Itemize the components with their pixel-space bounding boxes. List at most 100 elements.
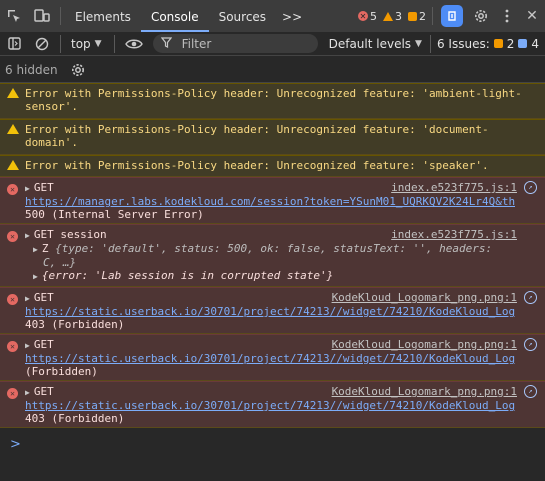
- console-error: ✕ ▶ GET session index.e523f775.js:1 ▶ Z {t…: [0, 224, 545, 287]
- warning-count-icon: [383, 11, 393, 21]
- close-devtools-icon[interactable]: ✕: [519, 0, 545, 32]
- console-warning: Error with Permissions-Policy header: Un…: [0, 83, 545, 119]
- tab-elements[interactable]: Elements: [65, 0, 141, 32]
- chevron-down-icon: ▼: [94, 38, 102, 49]
- issues-info-icon: [518, 39, 528, 48]
- expand-triangle-icon: ▶: [33, 245, 38, 254]
- error-count: 5: [370, 9, 377, 23]
- error-method: GET: [33, 338, 54, 351]
- object-preview-cont: C, …}: [43, 256, 77, 269]
- warning-icon: [7, 124, 19, 137]
- expand-triangle-icon: ▶: [25, 184, 30, 193]
- error-icon: ✕: [7, 292, 18, 305]
- info-count: 2: [419, 9, 426, 23]
- warning-text: Error with Permissions-Policy header: Un…: [25, 159, 489, 172]
- filter-input[interactable]: Filter: [152, 34, 318, 53]
- error-object-preview: {error: 'Lab session is in corrupted sta…: [41, 269, 334, 282]
- expand-triangle-icon: ▶: [33, 272, 38, 281]
- request-url-link[interactable]: https://static.userback.io/30701/project…: [25, 399, 515, 412]
- warning-icon: [7, 88, 19, 101]
- console-warning: Error with Permissions-Policy header: Un…: [0, 119, 545, 155]
- context-label: top: [71, 36, 91, 51]
- console-error: ✕ ▶ GET KodeKloud_Logomark_png.png:1 ↗ ht…: [0, 287, 545, 334]
- issues-warning-count: 2: [506, 36, 515, 51]
- error-method: GET session: [33, 228, 107, 241]
- source-link[interactable]: KodeKloud_Logomark_png.png:1: [332, 385, 517, 398]
- chevron-down-icon: ▼: [415, 38, 422, 49]
- console-error: ✕ ▶ GET index.e523f775.js:1 ↗ https://man…: [0, 177, 545, 224]
- tab-separator: [60, 7, 61, 25]
- network-request-icon[interactable]: ↗: [524, 338, 537, 351]
- console-prompt[interactable]: >: [10, 437, 21, 452]
- toolbar-separator: [429, 34, 431, 53]
- issues-label: 6 Issues:: [436, 36, 490, 51]
- error-method: GET: [33, 385, 54, 398]
- object-preview: {type: 'default', status: 500, ok: false…: [55, 242, 493, 255]
- toolbar-separator: [60, 34, 61, 53]
- expand-triangle-icon: ▶: [25, 341, 30, 350]
- issues-button[interactable]: 6 Issues: 2 4: [437, 37, 539, 51]
- expand-triangle-icon: ▶: [25, 294, 30, 303]
- tab-sources[interactable]: Sources: [209, 0, 276, 32]
- console-messages: Error with Permissions-Policy header: Un…: [0, 83, 545, 428]
- clear-console-icon[interactable]: [28, 32, 56, 55]
- error-icon: ✕: [7, 229, 18, 242]
- info-count-icon: [408, 11, 417, 21]
- error-status-text: (Forbidden): [25, 365, 98, 378]
- inspect-element-icon[interactable]: [0, 0, 28, 32]
- filter-placeholder: Filter: [181, 36, 212, 51]
- source-link[interactable]: index.e523f775.js:1: [391, 181, 517, 194]
- warning-icon: [7, 160, 19, 173]
- log-levels-dropdown[interactable]: Default levels ▼: [329, 37, 422, 51]
- warning-text: Error with Permissions-Policy header: Un…: [25, 123, 489, 149]
- console-warning: Error with Permissions-Policy header: Un…: [0, 155, 545, 177]
- issue-counters[interactable]: ✕ 5 3 2: [358, 10, 426, 23]
- hidden-count: 6 hidden: [5, 62, 58, 77]
- error-object[interactable]: ▶ {error: 'Lab session is in corrupted st…: [25, 269, 539, 283]
- settings-gear-icon[interactable]: [467, 0, 495, 32]
- toolbar-separator: [113, 34, 115, 53]
- error-status: 403 (Forbidden): [25, 318, 125, 331]
- ai-assistance-icon[interactable]: [441, 5, 463, 27]
- source-link[interactable]: index.e523f775.js:1: [391, 228, 517, 241]
- error-method: GET: [33, 291, 54, 304]
- context-selector[interactable]: top ▼: [71, 37, 102, 51]
- issues-warning-icon: [493, 39, 503, 48]
- error-icon: ✕: [7, 182, 18, 195]
- object-class-name: Z: [41, 242, 49, 255]
- network-request-icon[interactable]: ↗: [524, 291, 537, 304]
- source-link[interactable]: KodeKloud_Logomark_png.png:1: [332, 291, 517, 304]
- devtools-tab-bar: Elements Console Sources >> ✕ 5 3 2 ✕: [0, 0, 545, 33]
- error-method: GET: [33, 181, 54, 194]
- source-link[interactable]: KodeKloud_Logomark_png.png:1: [332, 338, 517, 351]
- device-toolbar-icon[interactable]: [28, 0, 56, 32]
- error-count-icon: ✕: [358, 11, 368, 21]
- warning-count: 3: [395, 9, 402, 23]
- request-url-link[interactable]: https://static.userback.io/30701/project…: [25, 352, 515, 365]
- live-expression-eye-icon[interactable]: [119, 32, 149, 55]
- console-toolbar: top ▼ Filter Default levels ▼ 6 Issues: …: [0, 32, 545, 56]
- issues-info-count: 4: [531, 36, 540, 51]
- response-object[interactable]: ▶ Z {type: 'default', status: 500, ok: fa…: [25, 242, 539, 256]
- more-tabs-button[interactable]: >>: [276, 0, 308, 32]
- more-options-icon[interactable]: [495, 0, 519, 32]
- log-levels-label: Default levels: [328, 36, 412, 51]
- hidden-messages-row: 6 hidden: [0, 57, 545, 83]
- console-settings-gear-icon[interactable]: [71, 63, 85, 77]
- error-status: 403 (Forbidden): [25, 412, 125, 425]
- request-url-link[interactable]: https://manager.labs.kodekloud.com/sessi…: [25, 195, 515, 208]
- error-icon: ✕: [7, 339, 18, 352]
- console-error: ✕ ▶ GET KodeKloud_Logomark_png.png:1 ↗ ht…: [0, 381, 545, 428]
- error-icon: ✕: [7, 386, 18, 399]
- tab-console[interactable]: Console: [140, 0, 209, 32]
- sidebar-toggle-icon[interactable]: [0, 32, 28, 55]
- console-error: ✕ ▶ GET KodeKloud_Logomark_png.png:1 ↗ ht…: [0, 334, 545, 381]
- error-status: 403(Forbidden): [25, 365, 539, 378]
- error-status: 500 (Internal Server Error): [25, 208, 204, 221]
- network-request-icon[interactable]: ↗: [524, 385, 537, 398]
- expand-triangle-icon: ▶: [25, 231, 30, 240]
- request-url-link[interactable]: https://static.userback.io/30701/project…: [25, 305, 515, 318]
- expand-triangle-icon: ▶: [25, 388, 30, 397]
- network-request-icon[interactable]: ↗: [524, 181, 537, 194]
- warning-text: Error with Permissions-Policy header: Un…: [25, 87, 522, 113]
